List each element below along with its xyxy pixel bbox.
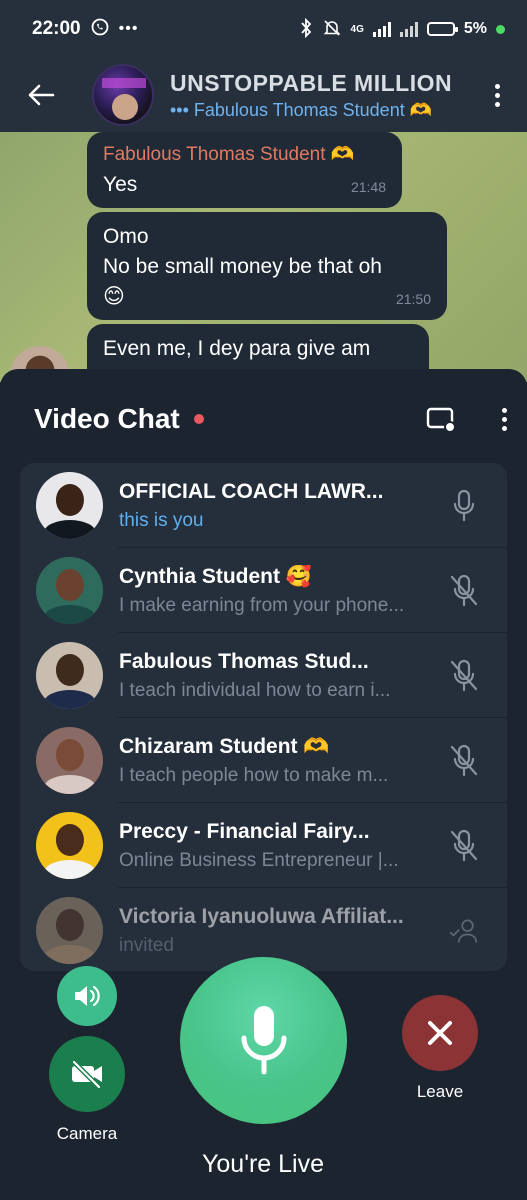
arrow-left-icon — [28, 84, 55, 106]
group-title: UNSTOPPABLE MILLION — [170, 69, 453, 96]
battery-icon — [426, 22, 458, 36]
participant-row[interactable]: Fabulous Thomas Stud... I teach individu… — [20, 633, 507, 718]
participant-status: I teach individual how to earn i... — [119, 679, 391, 701]
participant-name: Cynthia Student 🥰 — [119, 564, 312, 588]
message-text: Yes — [103, 173, 138, 196]
mic-icon[interactable] — [449, 488, 479, 524]
screen-share-button[interactable] — [426, 407, 456, 433]
message-text: No be small money be that oh — [103, 255, 382, 278]
participant-list: OFFICIAL COACH LAWR... this is you Cynth… — [20, 463, 507, 971]
message-text: Even me, I dey para give am — [103, 337, 371, 360]
typing-status: ••• Fabulous Thomas Student 🫶 — [170, 99, 433, 120]
video-chat-title: Video Chat — [34, 403, 180, 434]
signal-icon-2 — [399, 21, 418, 37]
screen-share-icon — [426, 407, 456, 433]
mic-muted-icon[interactable] — [449, 573, 479, 609]
mute-bell-icon — [322, 18, 342, 41]
video-chat-header: Video Chat — [34, 401, 507, 437]
close-icon — [428, 1021, 452, 1045]
header-text[interactable]: UNSTOPPABLE MILLION ••• Fabulous Thomas … — [170, 70, 485, 121]
message-bubble[interactable]: Fabulous Thomas Student 🫶 Yes 21:48 — [87, 132, 402, 208]
participant-avatar — [36, 897, 103, 964]
participant-status: this is you — [119, 509, 204, 531]
participant-row[interactable]: Cynthia Student 🥰 I make earning from yo… — [20, 548, 507, 633]
participant-avatar — [36, 642, 103, 709]
speaker-button[interactable] — [57, 966, 117, 1026]
participant-status: invited — [119, 934, 174, 956]
whatsapp-icon — [91, 18, 109, 41]
message-sender: Fabulous Thomas Student 🫶 — [103, 144, 355, 165]
speaker-icon — [75, 985, 100, 1007]
chat-area[interactable]: Fabulous Thomas Student 🫶 Yes 21:48 Omo … — [0, 132, 527, 382]
participant-name: Victoria Iyanuoluwa Affiliat... — [119, 904, 404, 928]
more-notifications-icon: ••• — [118, 20, 139, 37]
message-time: 21:50 — [395, 291, 431, 307]
invited-user-icon — [449, 913, 479, 949]
participant-name: Fabulous Thomas Stud... — [119, 649, 369, 673]
signal-icon — [372, 21, 391, 37]
participant-name: OFFICIAL COACH LAWR... — [119, 479, 384, 503]
status-time: 22:00 — [32, 18, 81, 39]
message-text: Omo — [103, 225, 149, 248]
mic-toggle-button[interactable] — [180, 957, 347, 1124]
bluetooth-icon — [299, 17, 313, 41]
recording-dot — [193, 414, 204, 424]
microphone-icon — [241, 1005, 286, 1074]
charging-dot — [496, 24, 505, 34]
leave-label: Leave — [416, 1082, 464, 1101]
leave-button[interactable] — [402, 995, 478, 1071]
participant-avatar — [36, 557, 103, 624]
message-emoji: 😊 — [103, 285, 125, 308]
participant-avatar — [36, 812, 103, 879]
mic-muted-icon[interactable] — [449, 828, 479, 864]
battery-level: 5% — [463, 20, 487, 37]
message-time: 21:48 — [350, 179, 386, 195]
participant-avatar — [36, 727, 103, 794]
participant-name: Chizaram Student 🫶 — [119, 734, 330, 758]
status-bar: 22:00 ••• 4G 5% — [0, 0, 527, 58]
camera-off-icon — [72, 1060, 102, 1089]
live-status-label: You're Live — [202, 1150, 324, 1178]
back-button[interactable] — [24, 78, 58, 112]
chat-header: UNSTOPPABLE MILLION ••• Fabulous Thomas … — [0, 58, 527, 132]
camera-button[interactable] — [49, 1036, 125, 1112]
participant-avatar — [36, 472, 103, 539]
participant-status: I make earning from your phone... — [119, 594, 405, 616]
message-bubble[interactable]: Omo No be small money be that oh 😊 21:50 — [87, 212, 447, 320]
participant-status: I teach people how to make m... — [119, 764, 389, 786]
mic-muted-icon[interactable] — [449, 743, 479, 779]
group-avatar[interactable] — [92, 64, 154, 126]
participant-name: Preccy - Financial Fairy... — [119, 819, 370, 843]
network-type: 4G — [350, 23, 364, 35]
mic-muted-icon[interactable] — [449, 658, 479, 694]
participant-status: Online Business Entrepreneur |... — [119, 849, 399, 871]
participant-row[interactable]: Chizaram Student 🫶 I teach people how to… — [20, 718, 507, 803]
participant-row[interactable]: OFFICIAL COACH LAWR... this is you — [20, 463, 507, 548]
more-menu-button[interactable] — [485, 83, 509, 107]
camera-label: Camera — [56, 1124, 118, 1143]
participant-row[interactable]: Preccy - Financial Fairy... Online Busin… — [20, 803, 507, 888]
video-chat-menu-button[interactable] — [502, 407, 507, 431]
